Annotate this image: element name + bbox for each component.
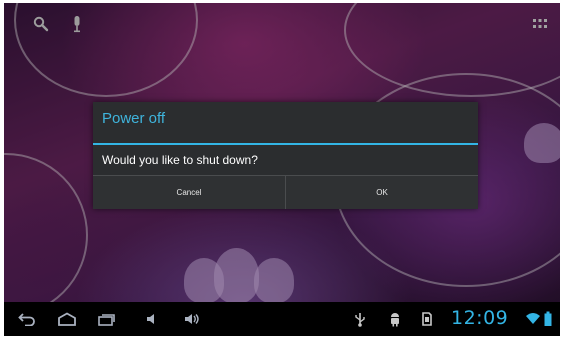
title-divider xyxy=(93,143,478,145)
home-screen: Power off Would you like to shut down? C… xyxy=(4,3,560,336)
ok-button[interactable]: OK xyxy=(286,176,478,209)
battery-icon xyxy=(538,310,558,328)
dialog-message: Would you like to shut down? xyxy=(102,153,258,167)
recent-apps-icon[interactable] xyxy=(97,310,117,328)
sd-card-icon xyxy=(417,310,437,328)
status-clock: 12:09 xyxy=(451,307,509,329)
volume-up-icon[interactable] xyxy=(182,310,202,328)
dialog-button-bar: Cancel OK xyxy=(93,175,478,209)
system-bar: 12:09 xyxy=(4,302,560,336)
dialog-title: Power off xyxy=(102,110,166,127)
volume-down-icon[interactable] xyxy=(142,310,162,328)
power-off-dialog: Power off Would you like to shut down? C… xyxy=(93,102,478,209)
android-debug-icon xyxy=(385,310,405,328)
back-icon[interactable] xyxy=(17,310,37,328)
cancel-button[interactable]: Cancel xyxy=(93,176,285,209)
usb-icon xyxy=(350,310,370,328)
home-icon[interactable] xyxy=(57,310,77,328)
